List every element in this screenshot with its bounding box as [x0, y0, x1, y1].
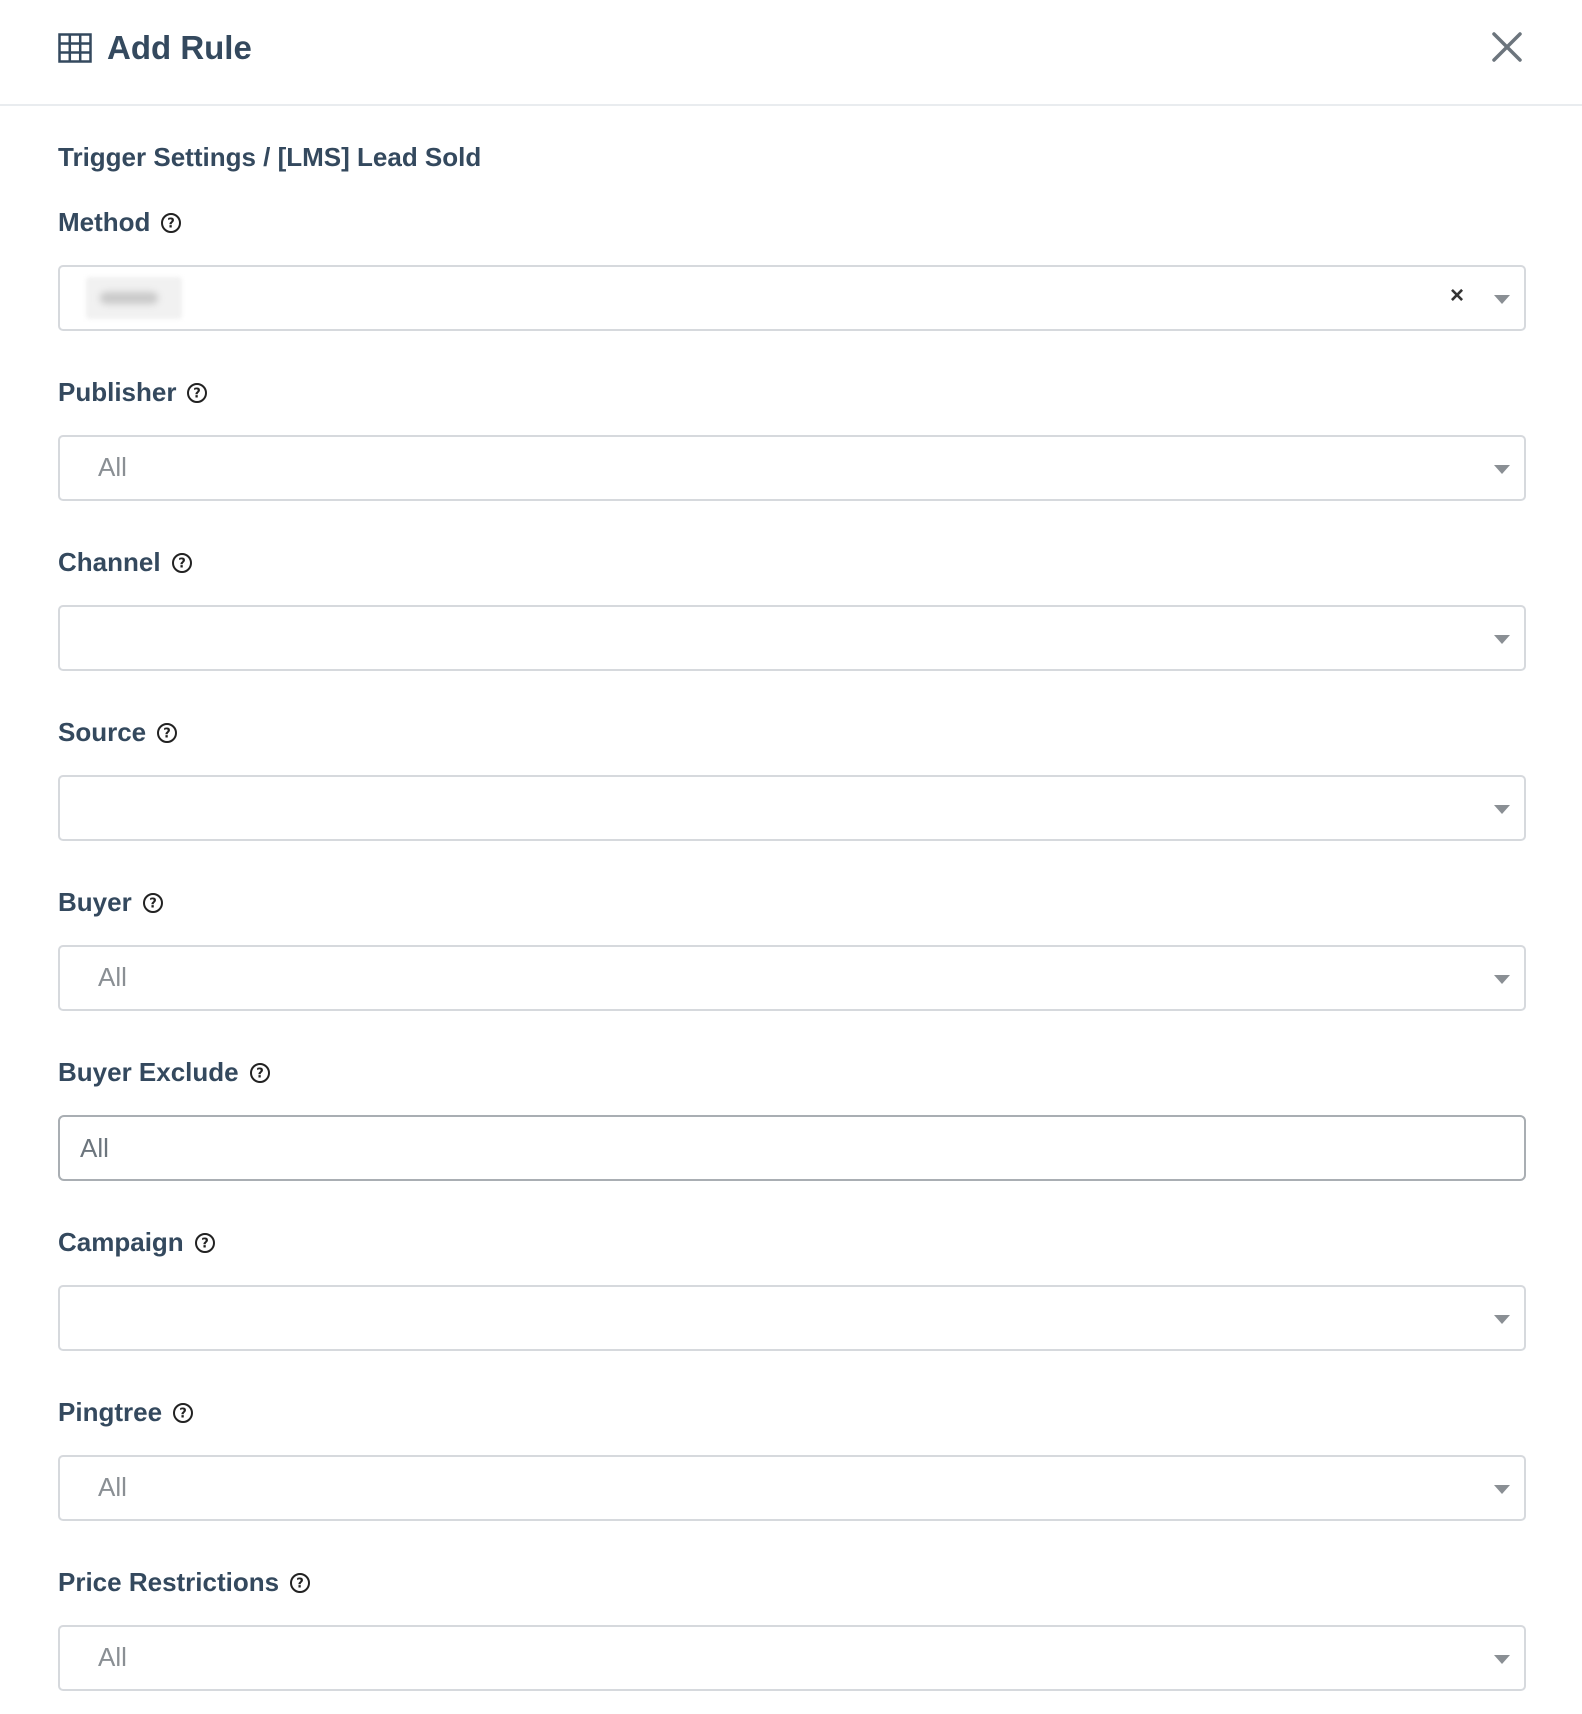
pingtree-label: Pingtree ? [58, 1395, 194, 1429]
price-restrictions-label-text: Price Restrictions [58, 1567, 280, 1597]
price-restrictions-select-value: All [98, 1642, 127, 1672]
svg-text:?: ? [168, 217, 176, 232]
chevron-down-icon[interactable] [1494, 1485, 1510, 1494]
help-icon[interactable]: ? [194, 1232, 216, 1254]
campaign-label-text: Campaign [58, 1227, 184, 1257]
svg-text:?: ? [201, 1237, 209, 1252]
price-restrictions-label: Price Restrictions ? [58, 1565, 311, 1599]
help-icon[interactable]: ? [186, 382, 208, 404]
table-icon [58, 33, 92, 63]
svg-text:?: ? [194, 387, 202, 402]
chevron-down-icon[interactable] [1494, 635, 1510, 644]
publisher-select[interactable]: All [58, 435, 1526, 501]
pingtree-label-text: Pingtree [58, 1397, 163, 1427]
svg-text:?: ? [296, 1577, 304, 1592]
clear-selection-button[interactable]: × [1450, 281, 1464, 311]
breadcrumb: Trigger Settings / [LMS] Lead Sold [58, 142, 482, 172]
chevron-down-icon[interactable] [1494, 465, 1510, 474]
buyer-label: Buyer ? [58, 885, 164, 919]
publisher-select-value: All [98, 452, 127, 482]
source-label: Source ? [58, 715, 178, 749]
method-selected-value-redacted [86, 277, 182, 319]
channel-label-text: Channel [58, 547, 161, 577]
svg-text:?: ? [178, 557, 186, 572]
buyer-exclude-label-text: Buyer Exclude [58, 1057, 239, 1087]
campaign-select[interactable] [58, 1285, 1526, 1351]
close-icon[interactable] [1490, 30, 1524, 64]
svg-text:?: ? [163, 727, 171, 742]
campaign-label: Campaign ? [58, 1225, 216, 1259]
price-restrictions-select[interactable]: All [58, 1625, 1526, 1691]
buyer-label-text: Buyer [58, 887, 132, 917]
buyer-exclude-input[interactable] [58, 1115, 1526, 1181]
publisher-label-text: Publisher [58, 377, 177, 407]
modal-header: Add Rule [0, 0, 1582, 106]
buyer-exclude-label: Buyer Exclude ? [58, 1055, 271, 1089]
pingtree-select-value: All [98, 1472, 127, 1502]
help-icon[interactable]: ? [289, 1572, 311, 1594]
method-label-text: Method [58, 207, 151, 237]
method-select[interactable]: × [58, 265, 1526, 331]
help-icon[interactable]: ? [172, 1402, 194, 1424]
help-icon[interactable]: ? [142, 892, 164, 914]
chevron-down-icon[interactable] [1494, 975, 1510, 984]
chevron-down-icon[interactable] [1494, 1315, 1510, 1324]
chevron-down-icon[interactable] [1494, 1655, 1510, 1664]
channel-select[interactable] [58, 605, 1526, 671]
help-icon[interactable]: ? [171, 552, 193, 574]
source-label-text: Source [58, 717, 147, 747]
buyer-select[interactable]: All [58, 945, 1526, 1011]
help-icon[interactable]: ? [156, 722, 178, 744]
buyer-select-value: All [98, 962, 127, 992]
help-icon[interactable]: ? [249, 1062, 271, 1084]
source-select[interactable] [58, 775, 1526, 841]
chevron-down-icon[interactable] [1494, 805, 1510, 814]
modal-title: Add Rule [107, 29, 252, 66]
svg-text:?: ? [256, 1067, 264, 1082]
help-icon[interactable]: ? [160, 212, 182, 234]
publisher-label: Publisher ? [58, 375, 208, 409]
chevron-down-icon[interactable] [1494, 295, 1510, 304]
pingtree-select[interactable]: All [58, 1455, 1526, 1521]
method-label: Method ? [58, 205, 182, 239]
svg-text:?: ? [149, 897, 157, 912]
channel-label: Channel ? [58, 545, 193, 579]
svg-text:?: ? [179, 1407, 187, 1422]
